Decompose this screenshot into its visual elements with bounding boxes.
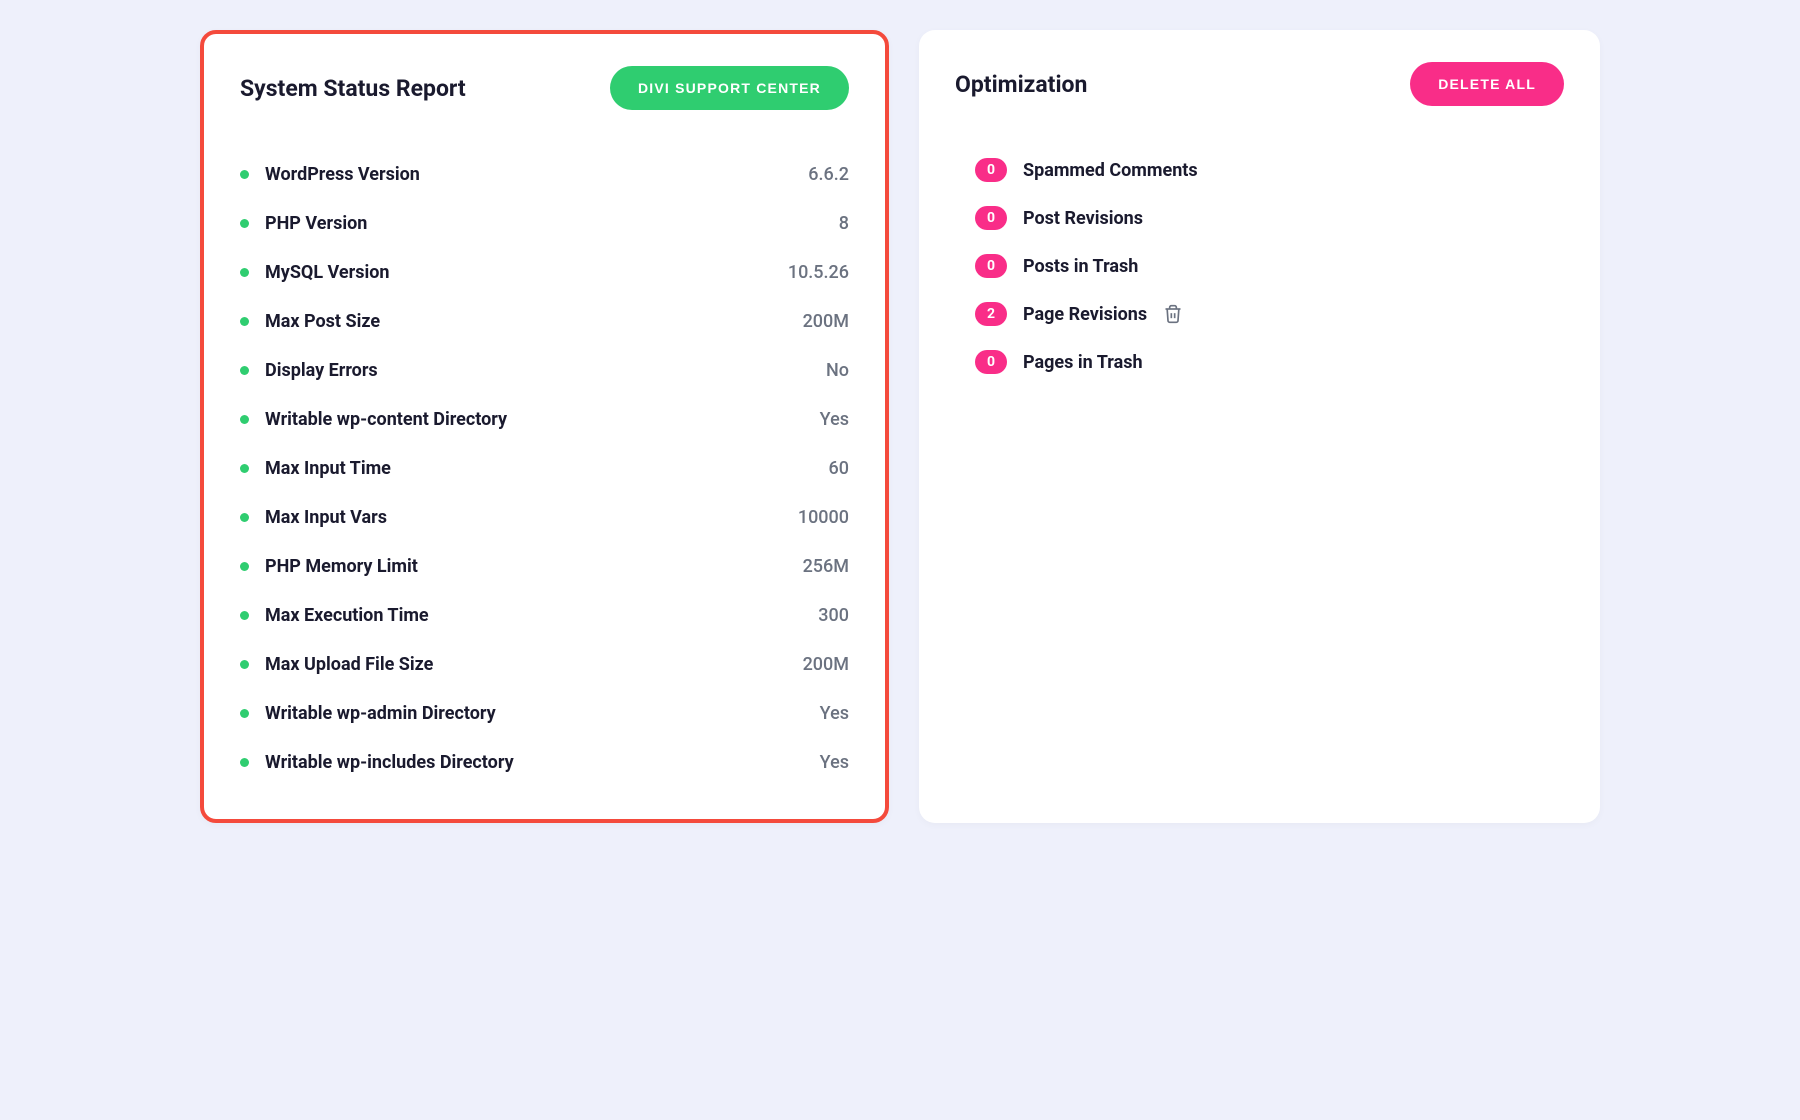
status-value: 300 xyxy=(818,605,849,626)
status-row-left: Writable wp-includes Directory xyxy=(240,752,514,773)
status-row: Display Errors No xyxy=(240,346,849,395)
optimization-row: 2 Page Revisions xyxy=(975,290,1564,338)
count-badge: 0 xyxy=(975,206,1007,230)
status-row: PHP Version 8 xyxy=(240,199,849,248)
status-row-left: PHP Memory Limit xyxy=(240,556,418,577)
status-row-left: MySQL Version xyxy=(240,262,389,283)
status-value: 60 xyxy=(829,458,849,479)
optimization-row: 0 Posts in Trash xyxy=(975,242,1564,290)
status-label: Max Upload File Size xyxy=(265,654,433,675)
count-badge: 0 xyxy=(975,350,1007,374)
status-row-left: Writable wp-content Directory xyxy=(240,409,507,430)
status-label: PHP Version xyxy=(265,213,367,234)
status-label: PHP Memory Limit xyxy=(265,556,418,577)
optimization-label: Pages in Trash xyxy=(1023,352,1143,373)
status-row-left: WordPress Version xyxy=(240,164,420,185)
status-row: Max Input Time 60 xyxy=(240,444,849,493)
status-dot-icon xyxy=(240,660,249,669)
status-row-left: Display Errors xyxy=(240,360,378,381)
status-list: WordPress Version 6.6.2 PHP Version 8 MySQL … xyxy=(240,150,849,787)
optimization-label: Spammed Comments xyxy=(1023,160,1198,181)
status-row: WordPress Version 6.6.2 xyxy=(240,150,849,199)
status-row: Max Upload File Size 200M xyxy=(240,640,849,689)
status-value: No xyxy=(826,360,849,381)
status-dot-icon xyxy=(240,219,249,228)
status-row-left: Writable wp-admin Directory xyxy=(240,703,496,724)
status-dot-icon xyxy=(240,317,249,326)
status-value: 8 xyxy=(839,213,849,234)
count-badge: 0 xyxy=(975,158,1007,182)
panel-header: System Status Report DIVI SUPPORT CENTER xyxy=(240,66,849,110)
trash-icon[interactable] xyxy=(1163,304,1183,324)
status-label: MySQL Version xyxy=(265,262,389,283)
status-row: Max Execution Time 300 xyxy=(240,591,849,640)
status-value: Yes xyxy=(820,409,849,430)
status-dot-icon xyxy=(240,611,249,620)
dashboard-container: System Status Report DIVI SUPPORT CENTER… xyxy=(200,30,1600,823)
status-label: Max Post Size xyxy=(265,311,380,332)
status-row-left: Max Input Time xyxy=(240,458,391,479)
status-row: Writable wp-admin Directory Yes xyxy=(240,689,849,738)
status-row-left: Max Execution Time xyxy=(240,605,429,626)
status-value: 10.5.26 xyxy=(788,262,849,283)
panel-header: Optimization DELETE ALL xyxy=(955,62,1564,106)
status-row: Writable wp-content Directory Yes xyxy=(240,395,849,444)
status-dot-icon xyxy=(240,415,249,424)
status-row-left: Max Post Size xyxy=(240,311,380,332)
optimization-row: 0 Post Revisions xyxy=(975,194,1564,242)
count-badge: 2 xyxy=(975,302,1007,326)
optimization-row: 0 Spammed Comments xyxy=(975,146,1564,194)
status-dot-icon xyxy=(240,170,249,179)
system-status-panel: System Status Report DIVI SUPPORT CENTER… xyxy=(200,30,889,823)
status-dot-icon xyxy=(240,513,249,522)
status-dot-icon xyxy=(240,464,249,473)
status-row: Writable wp-includes Directory Yes xyxy=(240,738,849,787)
status-label: Max Input Vars xyxy=(265,507,387,528)
status-row-left: Max Upload File Size xyxy=(240,654,433,675)
status-row: MySQL Version 10.5.26 xyxy=(240,248,849,297)
status-value: 10000 xyxy=(798,507,849,528)
status-row: PHP Memory Limit 256M xyxy=(240,542,849,591)
status-value: 256M xyxy=(803,556,849,577)
status-dot-icon xyxy=(240,366,249,375)
optimization-label: Page Revisions xyxy=(1023,304,1147,325)
status-dot-icon xyxy=(240,709,249,718)
status-row: Max Post Size 200M xyxy=(240,297,849,346)
optimization-list: 0 Spammed Comments 0 Post Revisions 0 Posts i… xyxy=(955,146,1564,386)
status-value: 200M xyxy=(803,654,849,675)
status-value: Yes xyxy=(820,703,849,724)
optimization-label: Post Revisions xyxy=(1023,208,1143,229)
status-label: WordPress Version xyxy=(265,164,420,185)
status-dot-icon xyxy=(240,758,249,767)
delete-all-button[interactable]: DELETE ALL xyxy=(1410,62,1564,106)
status-label: Writable wp-content Directory xyxy=(265,409,507,430)
status-label: Display Errors xyxy=(265,360,378,381)
optimization-label: Posts in Trash xyxy=(1023,256,1138,277)
divi-support-center-button[interactable]: DIVI SUPPORT CENTER xyxy=(610,66,849,110)
status-label: Writable wp-includes Directory xyxy=(265,752,514,773)
status-dot-icon xyxy=(240,268,249,277)
status-row-left: PHP Version xyxy=(240,213,367,234)
optimization-panel: Optimization DELETE ALL 0 Spammed Comment… xyxy=(919,30,1600,823)
status-dot-icon xyxy=(240,562,249,571)
panel-title: System Status Report xyxy=(240,75,466,102)
count-badge: 0 xyxy=(975,254,1007,278)
status-label: Max Input Time xyxy=(265,458,391,479)
status-value: 200M xyxy=(803,311,849,332)
status-value: 6.6.2 xyxy=(808,164,849,185)
status-label: Max Execution Time xyxy=(265,605,429,626)
status-row: Max Input Vars 10000 xyxy=(240,493,849,542)
status-value: Yes xyxy=(820,752,849,773)
status-row-left: Max Input Vars xyxy=(240,507,387,528)
optimization-row: 0 Pages in Trash xyxy=(975,338,1564,386)
panel-title: Optimization xyxy=(955,71,1087,98)
status-label: Writable wp-admin Directory xyxy=(265,703,496,724)
